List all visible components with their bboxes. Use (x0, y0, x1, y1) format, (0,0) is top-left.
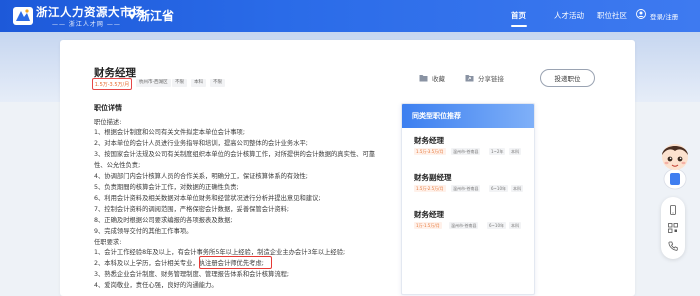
rec-salary: 1.5万-2.5万/月 (414, 185, 446, 192)
rec-location: 温州市-苍南县 (449, 222, 479, 229)
detail-line: 6、利用会计资料及相关数据对本单位财务和经营状况进行分析并提出意见和建议; (94, 195, 321, 202)
nav-job-community[interactable]: 职位社区 (597, 10, 627, 21)
share-icon (465, 75, 474, 82)
collect-label: 收藏 (432, 75, 445, 83)
rec-salary: 1万-1.5万/月 (414, 222, 442, 229)
highlight-annotation (199, 256, 272, 269)
login-link[interactable]: 登录/注册 (650, 11, 678, 21)
detail-line: 1、根据会计制度和公司有关文件拟定本单位会计事项; (94, 129, 245, 136)
detail-line: 4、爱岗敬业，责任心强，良好的沟通能力。 (94, 282, 218, 289)
education-tag: 本科 (191, 79, 206, 87)
rec-education: 本科 (509, 222, 521, 229)
salary-badge: 1.5万-3.5万/月 (92, 78, 132, 90)
rec-job-title[interactable]: 财务副经理 (414, 172, 452, 183)
nav-active-indicator (511, 25, 527, 27)
collect-button[interactable]: 收藏 (419, 73, 445, 83)
apply-job-button[interactable]: 投递职位 (540, 69, 595, 87)
nav-talent-events[interactable]: 人才活动 (554, 10, 584, 21)
experience-tag: 不限 (172, 79, 187, 87)
detail-line: 3、熟悉企业会计制度、财务管理制度、管理报告体系和会计核算流程; (94, 271, 290, 278)
share-label: 分享链接 (478, 75, 504, 83)
mobile-icon[interactable] (668, 205, 678, 215)
age-tag: 不限 (210, 79, 225, 87)
detail-line: 9、完成领导交付的其他工作事项。 (94, 228, 193, 235)
nav-home[interactable]: 首页 (511, 10, 526, 21)
detail-line: 7、控制会计资料的调阅范围，严格保密会计数据，妥善保管会计资料; (94, 206, 290, 213)
detail-line: 职位描述: (94, 119, 122, 126)
detail-line: 2、对本单位的会计人员进行业务指导和培训，提高公司整体的会计业务水平; (94, 140, 308, 147)
detail-line: 8、正确及时根据公司要求编报的各项报表及数据; (94, 217, 233, 224)
rec-location: 温州市-苍南县 (451, 185, 481, 192)
rec-job-title[interactable]: 财务经理 (414, 209, 444, 220)
side-toolbar (661, 197, 685, 259)
detail-line: 性、公允性负责; (94, 162, 141, 169)
rec-experience: 6~10年 (489, 185, 508, 192)
folder-icon (419, 75, 428, 82)
rec-experience: 1~2年 (489, 148, 506, 155)
top-navbar: 浙江人力资源大市场 —— 浙江人才网 —— 浙江省 首页 人才活动 职位社区 登… (0, 0, 700, 32)
mascot-icon[interactable] (655, 139, 695, 191)
phone-icon[interactable] (668, 241, 678, 251)
rec-job-title[interactable]: 财务经理 (414, 135, 444, 146)
detail-line: 3、按国家会计法规及公司有关制度组织本单位的会计核算工作，对所提供的会计数据的真… (94, 151, 376, 158)
rec-salary: 1.5万-3.5万/月 (414, 148, 446, 155)
panel-title: 同类型职位推荐 (402, 104, 534, 128)
detail-line: 5、负责期間的核算会计工作，对数据的正确性负责; (94, 184, 239, 191)
region-selector[interactable]: 浙江省 (138, 7, 174, 24)
rec-location: 温州市-苍南县 (451, 148, 481, 155)
section-title: 职位详情 (94, 104, 122, 112)
share-link-button[interactable]: 分享链接 (465, 73, 504, 83)
qrcode-icon[interactable] (668, 223, 678, 233)
rec-education: 本科 (511, 185, 523, 192)
location-tag: 杭州市-西湖区 (136, 79, 171, 87)
rec-education: 本科 (509, 148, 521, 155)
similar-jobs-panel: 同类型职位推荐 财务经理 1.5万-3.5万/月 温州市-苍南县 1~2年 本科… (401, 103, 535, 295)
detail-line: 1、会计工作经验8年及以上，有会计事务所5年以上经验，制造企业主办会计3年以上经… (94, 249, 346, 256)
detail-line: 任职要求: (94, 239, 122, 246)
location-icon (128, 9, 136, 20)
site-subtitle: —— 浙江人才网 —— (52, 21, 121, 28)
detail-line: 4、协调部门内会计核算人员的合作关系，明确分工，保证核算体系的有效性; (94, 173, 308, 180)
rec-experience: 6~10年 (487, 222, 506, 229)
user-icon[interactable] (636, 9, 646, 19)
logo-icon[interactable] (12, 6, 34, 26)
